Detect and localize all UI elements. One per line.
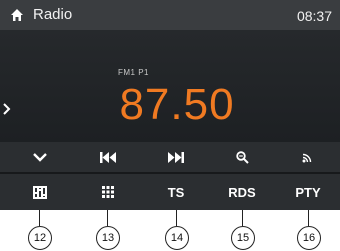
- home-icon[interactable]: [10, 8, 24, 22]
- callout-line: [39, 210, 40, 226]
- callout-row: 12 13 14 15 16: [0, 210, 340, 251]
- callout-number: 14: [165, 226, 189, 250]
- equalizer-button[interactable]: [14, 174, 66, 210]
- function-row: TS RDS PTY: [0, 174, 340, 210]
- control-row: [0, 142, 340, 172]
- frequency-readout: 87.50: [119, 80, 235, 129]
- pty-label: PTY: [295, 184, 321, 200]
- ts-button[interactable]: TS: [142, 174, 210, 210]
- broadcast-icon: [302, 153, 312, 162]
- search-button[interactable]: [208, 142, 276, 172]
- callout-number: 13: [96, 226, 120, 250]
- down-button[interactable]: [14, 142, 66, 172]
- callout-line: [107, 210, 108, 226]
- tuner-display: FM1 P1 87.50: [0, 30, 340, 142]
- seek-forward-icon: [168, 151, 184, 163]
- status-bar: Radio 08:37: [0, 0, 340, 30]
- seek-forward-button[interactable]: [142, 142, 210, 172]
- callout-line: [242, 210, 243, 226]
- seek-back-icon: [100, 151, 116, 163]
- page-title: Radio: [33, 6, 73, 23]
- callout-line: [176, 210, 177, 226]
- search-icon: [235, 150, 249, 164]
- chevron-down-icon: [33, 153, 47, 162]
- callout-number: 12: [28, 226, 52, 250]
- radio-screen: Radio 08:37 FM1 P1 87.50 TS RDS PTY: [0, 0, 340, 210]
- rds-label: RDS: [228, 184, 256, 200]
- pty-button[interactable]: PTY: [276, 174, 340, 210]
- equalizer-icon: [33, 185, 47, 199]
- grid-icon: [102, 186, 114, 198]
- callout-line: [308, 210, 309, 226]
- grid-button[interactable]: [74, 174, 142, 210]
- ts-label: TS: [167, 184, 185, 200]
- callout-number: 15: [231, 226, 255, 250]
- rds-button[interactable]: RDS: [208, 174, 276, 210]
- callout-number: 16: [297, 226, 321, 250]
- band-label: FM1 P1: [118, 68, 150, 77]
- broadcast-button[interactable]: [276, 142, 340, 172]
- clock: 08:37: [296, 8, 332, 24]
- seek-back-button[interactable]: [74, 142, 142, 172]
